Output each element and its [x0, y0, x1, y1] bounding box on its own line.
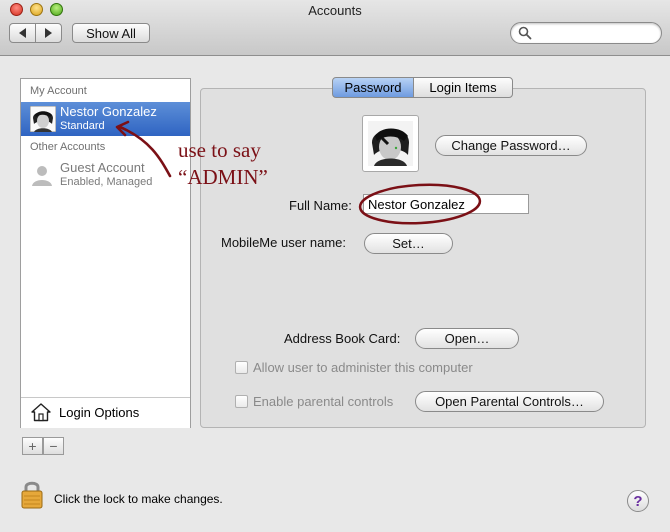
annotation-note: use to say “ADMIN”	[178, 137, 268, 191]
help-button[interactable]: ?	[627, 490, 649, 512]
annotation-arrow	[118, 125, 172, 178]
annotation-line-2: “ADMIN”	[178, 165, 268, 189]
annotation-overlay	[115, 120, 482, 225]
help-icon: ?	[633, 492, 643, 510]
annotation-line-1: use to say	[178, 138, 261, 162]
lock-icon[interactable]	[20, 478, 44, 510]
lock-message: Click the lock to make changes.	[54, 492, 223, 506]
annotation-circle	[358, 183, 482, 225]
